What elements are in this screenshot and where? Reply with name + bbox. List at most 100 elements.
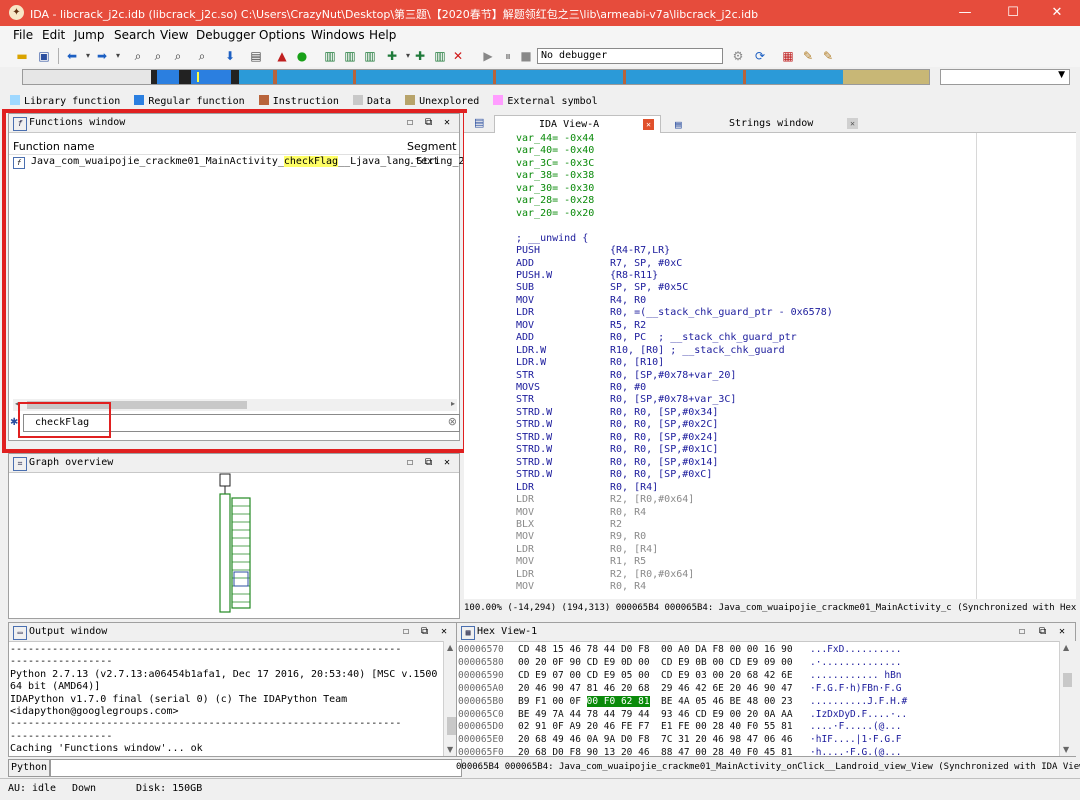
document-icon[interactable]: ▤: [248, 48, 264, 64]
segment-combo-arrow-icon[interactable]: ▼: [1058, 70, 1065, 80]
cross-ref-icon[interactable]: ✎: [820, 48, 836, 64]
stack-var-line[interactable]: var_44= -0x44: [516, 133, 594, 145]
python-command-input[interactable]: [50, 759, 462, 777]
stack-var-line[interactable]: var_40= -0x40: [516, 145, 594, 157]
asm-instruction-line[interactable]: MOV R0, R4: [516, 507, 646, 519]
close-panel-icon[interactable]: ✕: [441, 623, 447, 641]
hex-row[interactable]: 00006580 00 20 0F 90 CD E9 0D 00 CD E9 0B…: [458, 656, 902, 669]
debugger-select[interactable]: No debugger: [537, 48, 723, 64]
asm-instruction-line[interactable]: ADD R0, PC ; __stack_chk_guard_ptr: [516, 332, 797, 344]
hex-row[interactable]: 000065A0 20 46 90 47 81 46 20 68 29 46 42…: [458, 682, 902, 695]
search-next-icon[interactable]: ⌕: [170, 48, 186, 64]
disassembly-listing[interactable]: var_44= -0x44 var_40= -0x40 var_3C= -0x3C v…: [513, 133, 976, 599]
hex-row[interactable]: 000065E0 20 68 49 46 0A 9A D0 F8 7C 31 20…: [458, 733, 902, 746]
menu-jump[interactable]: Jump: [74, 28, 104, 42]
hex-row[interactable]: 000065B0 B9 F1 00 0F 00 F0 62 81 BE 4A 05…: [458, 695, 907, 708]
asm-instruction-line[interactable]: MOV R4, R0: [516, 295, 646, 307]
minimize-button[interactable]: —: [942, 0, 988, 26]
asm-instruction-line[interactable]: STRD.W R0, R0, [SP,#0xC]: [516, 469, 712, 481]
graph-overview-thumbnail[interactable]: [214, 472, 264, 620]
struct-icon[interactable]: ✚: [412, 48, 428, 64]
asm-instruction-line[interactable]: MOV R9, R0: [516, 531, 646, 543]
scroll-down-icon[interactable]: ▼: [1063, 745, 1069, 754]
sync-icon[interactable]: ⟳: [752, 48, 768, 64]
asm-instruction-line[interactable]: STRD.W R0, R0, [SP,#0x24]: [516, 432, 718, 444]
search-immediate-icon[interactable]: ⌕: [194, 48, 210, 64]
stack-var-line[interactable]: var_20= -0x20: [516, 208, 594, 220]
asm-instruction-line[interactable]: BLX R2: [516, 519, 622, 531]
asm-instruction-line[interactable]: MOVS R0, #0: [516, 382, 646, 394]
debug-options-icon[interactable]: ⚙: [730, 48, 746, 64]
maximize-button[interactable]: ☐: [990, 0, 1036, 26]
asm-instruction-line[interactable]: STRD.W R0, R0, [SP,#0x1C]: [516, 444, 718, 456]
menu-search[interactable]: Search: [114, 28, 155, 42]
forward-arrow-icon[interactable]: ➡: [94, 48, 110, 64]
append-function-icon[interactable]: ▥: [362, 48, 378, 64]
asm-instruction-line[interactable]: STRD.W R0, R0, [SP,#0x34]: [516, 407, 718, 419]
restore-icon[interactable]: ☐: [407, 454, 413, 472]
hex-row[interactable]: 000065F0 20 68 D0 F8 90 13 20 46 88 47 00…: [458, 746, 902, 759]
asm-instruction-line[interactable]: LDR R2, [R0,#0x64]: [516, 569, 694, 581]
asm-instruction-line[interactable]: LDR.W R0, [R10]: [516, 357, 664, 369]
float-icon[interactable]: ⧉: [1039, 623, 1046, 641]
float-icon[interactable]: ⧉: [425, 454, 432, 472]
graph-icon[interactable]: ▲: [274, 48, 290, 64]
stack-var-line[interactable]: var_30= -0x30: [516, 183, 594, 195]
close-tab-icon[interactable]: ✕: [643, 119, 654, 130]
asm-instruction-line[interactable]: SUB SP, SP, #0x5C: [516, 282, 688, 294]
enum-icon[interactable]: ▥: [432, 48, 448, 64]
edit-function-icon[interactable]: ▥: [342, 48, 358, 64]
stack-var-line[interactable]: var_3C= -0x3C: [516, 158, 594, 170]
forward-dropdown-icon[interactable]: ▾: [110, 48, 126, 64]
search-binary-icon[interactable]: ⌕: [130, 48, 146, 64]
names-icon[interactable]: ✎: [800, 48, 816, 64]
asm-instruction-line[interactable]: STR R0, [SP,#0x78+var_3C]: [516, 394, 736, 406]
menu-edit[interactable]: Edit: [42, 28, 65, 42]
start-debugger-icon[interactable]: ▶: [480, 48, 496, 64]
jump-down-icon[interactable]: ⬇: [222, 48, 238, 64]
asm-instruction-line[interactable]: STR R0, [SP,#0x78+var_20]: [516, 370, 736, 382]
float-icon[interactable]: ⧉: [421, 623, 428, 641]
hex-row[interactable]: 00006570 CD 48 15 46 78 44 D0 F8 00 A0 DA…: [458, 643, 902, 656]
asm-instruction-line[interactable]: LDR R0, [R4]: [516, 544, 658, 556]
stack-var-line[interactable]: var_38= -0x38: [516, 170, 594, 182]
menu-help[interactable]: Help: [369, 28, 396, 42]
asm-instruction-line[interactable]: STRD.W R0, R0, [SP,#0x14]: [516, 457, 718, 469]
asm-instruction-line[interactable]: PUSH {R4-R7,LR}: [516, 245, 670, 257]
stack-var-line[interactable]: var_28= -0x28: [516, 195, 594, 207]
asm-instruction-line[interactable]: LDR R0, =(__stack_chk_guard_ptr - 0x6578): [516, 307, 833, 319]
tab-ida-view-a[interactable]: IDA View-A ✕: [494, 115, 661, 133]
add-item-icon[interactable]: ✚: [384, 48, 400, 64]
asm-instruction-line[interactable]: PUSH.W {R8-R11}: [516, 270, 658, 282]
open-folder-icon[interactable]: ▬: [14, 48, 30, 64]
python-language-button[interactable]: Python: [8, 759, 50, 777]
hex-row[interactable]: 000065C0 BE 49 7A 44 78 44 79 44 93 46 CD…: [458, 708, 907, 721]
hex-row[interactable]: 00006590 CD E9 07 00 CD E9 05 00 CD E9 03…: [458, 669, 902, 682]
hex-row[interactable]: 000065D0 02 91 0F A9 20 46 FE F7 E1 FE 00…: [458, 720, 902, 733]
hex-scrollbar[interactable]: ▲ ▼: [1059, 641, 1076, 756]
scroll-down-icon[interactable]: ▼: [447, 745, 453, 754]
back-arrow-icon[interactable]: ⬅: [64, 48, 80, 64]
asm-instruction-line[interactable]: MOV R5, R2: [516, 320, 646, 332]
asm-instruction-line[interactable]: LDR.W R10, [R0] ; __stack_chk_guard: [516, 345, 785, 357]
asm-instruction-line[interactable]: MOV R1, R5: [516, 556, 646, 568]
asm-instruction-line[interactable]: STRD.W R0, R0, [SP,#0x2C]: [516, 419, 718, 431]
asm-instruction-line[interactable]: LDR R0, [R4]: [516, 482, 658, 494]
delete-icon[interactable]: ✕: [450, 48, 466, 64]
menu-windows[interactable]: Windows: [311, 28, 365, 42]
close-button[interactable]: ✕: [1034, 0, 1080, 26]
stop-icon[interactable]: ■: [518, 48, 534, 64]
menu-debugger[interactable]: Debugger: [196, 28, 255, 42]
hex-view-icon[interactable]: ▦: [780, 48, 796, 64]
asm-instruction-line[interactable]: MOV R0, R4: [516, 581, 646, 593]
menu-view[interactable]: View: [160, 28, 188, 42]
menu-options[interactable]: Options: [259, 28, 305, 42]
close-panel-icon[interactable]: ✕: [444, 454, 450, 472]
scroll-up-icon[interactable]: ▲: [447, 643, 453, 652]
scroll-up-icon[interactable]: ▲: [1063, 643, 1069, 652]
scrollbar-thumb[interactable]: [1063, 673, 1072, 687]
menu-file[interactable]: File: [13, 28, 33, 42]
close-panel-icon[interactable]: ✕: [1059, 623, 1065, 641]
create-function-icon[interactable]: ▥: [322, 48, 338, 64]
save-icon[interactable]: ▣: [36, 48, 52, 64]
